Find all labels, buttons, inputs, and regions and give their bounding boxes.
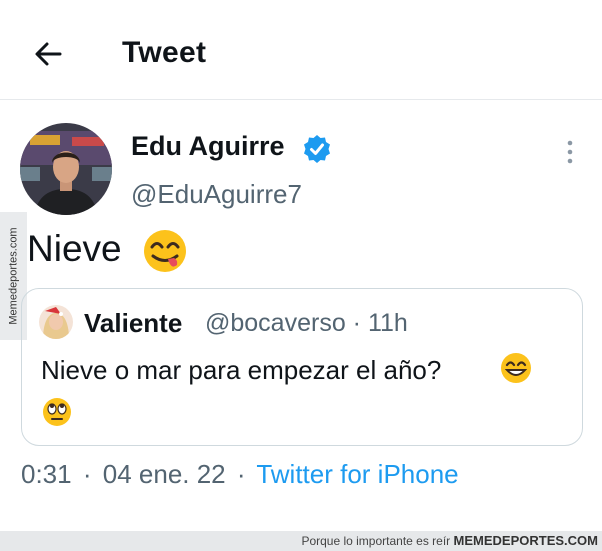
quoted-author-name: Valiente: [84, 308, 183, 338]
tweet-text: Nieve: [27, 228, 122, 269]
quoted-tweet-text: Nieve o mar para empezar el año?: [41, 355, 442, 385]
tweet-source-link[interactable]: Twitter for iPhone: [256, 459, 458, 489]
more-dots-icon: [567, 140, 573, 164]
tweet-header: Tweet: [0, 0, 602, 100]
author-name[interactable]: Edu Aguirre: [131, 131, 285, 162]
footer-watermark-bar: Porque lo importante es reír MEMEDEPORTE…: [0, 531, 602, 551]
page-title: Tweet: [122, 36, 207, 69]
rolling-eyes-emoji: [43, 398, 71, 426]
author-handle[interactable]: @EduAguirre7: [131, 179, 302, 210]
face-savoring-food-emoji: [144, 230, 186, 272]
footer-watermark: Porque lo importante es reír MEMEDEPORTE…: [301, 533, 598, 548]
tweet-metadata: 0:31 · 04 ene. 22 · Twitter for iPhone: [21, 459, 459, 490]
footer-tagline: Porque lo importante es reír: [301, 534, 451, 548]
tweet-time: 0:31: [21, 459, 72, 489]
back-button[interactable]: [28, 34, 68, 74]
meta-separator: ·: [236, 459, 246, 489]
quoted-tweet-card[interactable]: Valiente @bocaverso · 11h Nieve o mar pa…: [21, 288, 583, 446]
quoted-author-handle-time: @bocaverso · 11h: [205, 309, 408, 337]
verified-badge-icon: [304, 135, 330, 163]
footer-brand: MEMEDEPORTES.COM: [453, 533, 598, 548]
meta-separator: ·: [82, 459, 92, 489]
arrow-left-icon: [35, 42, 62, 66]
author-avatar[interactable]: [20, 123, 112, 215]
grinning-face-emoji: [501, 353, 531, 383]
tweet-date: 04 ene. 22: [102, 459, 226, 489]
more-options-button[interactable]: [560, 137, 580, 167]
quoted-author-avatar: [39, 305, 73, 339]
